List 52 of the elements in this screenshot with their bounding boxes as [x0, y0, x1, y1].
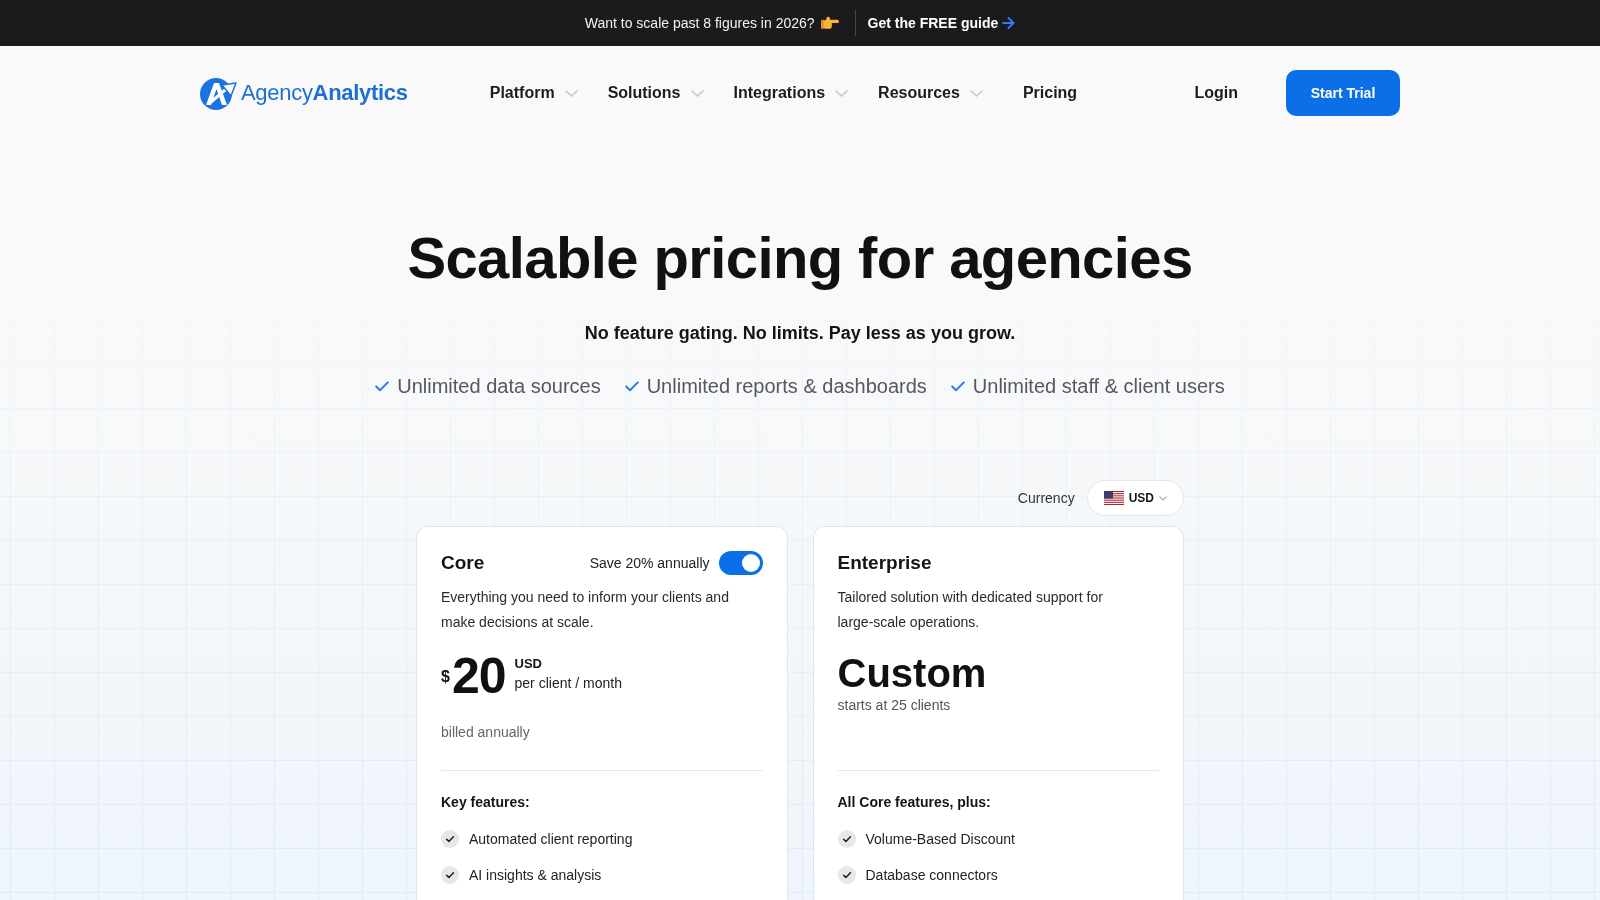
arrow-right-icon — [1002, 17, 1016, 29]
hero-subtitle: No feature gating. No limits. Pay less as you grow. — [583, 322, 1017, 345]
flag-icon — [1103, 491, 1124, 505]
price-currency-symbol: $ — [441, 667, 450, 687]
plan-name: Core — [441, 552, 485, 574]
price-currency-code: USD — [514, 655, 543, 673]
login-link[interactable]: Login — [1194, 84, 1238, 102]
plan-description: Everything you need to inform your clients and make decisions at scale. — [441, 588, 730, 632]
price-amount: Custom — [837, 651, 988, 695]
price-amount: 20 — [451, 651, 506, 701]
highlight-text: Unlimited reports & dashboards — [646, 374, 927, 399]
feature-text: Database connectors — [865, 867, 998, 883]
plan-description: Tailored solution with dedicated support for large-scale operations. — [837, 588, 1104, 632]
logo-icon — [200, 76, 238, 110]
nav-link[interactable]: Resources — [878, 84, 983, 102]
chevron-down-icon — [564, 89, 578, 97]
nav-link[interactable]: Solutions — [607, 84, 704, 102]
check-circle-icon — [837, 866, 856, 884]
nav-link[interactable]: Platform — [489, 84, 578, 102]
feature-text: Volume-Based Discount — [865, 831, 1015, 847]
price-note: starts at 25 clients — [837, 696, 952, 715]
nav-link[interactable]: Integrations — [733, 84, 849, 102]
start-trial-button[interactable]: Start Trial — [1286, 70, 1400, 116]
check-circle-icon — [441, 830, 459, 848]
check-icon — [375, 380, 390, 392]
annual-billing-toggle[interactable] — [718, 551, 763, 575]
feature-text: Automated client reporting — [469, 831, 633, 847]
guide-link[interactable]: Get the FREE guide — [867, 15, 1016, 31]
check-circle-icon — [837, 830, 856, 848]
billing-note: billed annually — [441, 723, 531, 742]
chevron-down-icon — [1159, 495, 1167, 501]
check-circle-icon — [441, 866, 459, 884]
check-icon — [950, 380, 965, 392]
hero-title: Scalable pricing for agencies — [406, 226, 1194, 290]
currency-label: Currency — [1017, 490, 1075, 506]
chevron-down-icon — [690, 89, 704, 97]
features-heading: All Core features, plus: — [837, 793, 992, 811]
features-heading: Key features: — [441, 793, 531, 811]
check-icon — [624, 380, 639, 392]
chevron-down-icon — [969, 89, 983, 97]
plan-name: Enterprise — [837, 552, 932, 574]
logo-link[interactable]: AgencyAnalytics — [200, 76, 408, 110]
annual-savings-label: Save 20% annually — [589, 555, 710, 571]
announcement-text: Want to scale past 8 figures in 2026? — [584, 15, 815, 31]
chevron-down-icon — [835, 89, 849, 97]
price-period: per client / month — [514, 674, 622, 693]
pointing-hand-icon — [820, 16, 839, 30]
nav-link[interactable]: Pricing — [1022, 84, 1078, 102]
currency-dropdown[interactable]: USD — [1086, 480, 1184, 516]
feature-text: AI insights & analysis — [469, 867, 602, 883]
highlight-text: Unlimited data sources — [397, 374, 601, 399]
highlight-text: Unlimited staff & client users — [972, 374, 1225, 399]
